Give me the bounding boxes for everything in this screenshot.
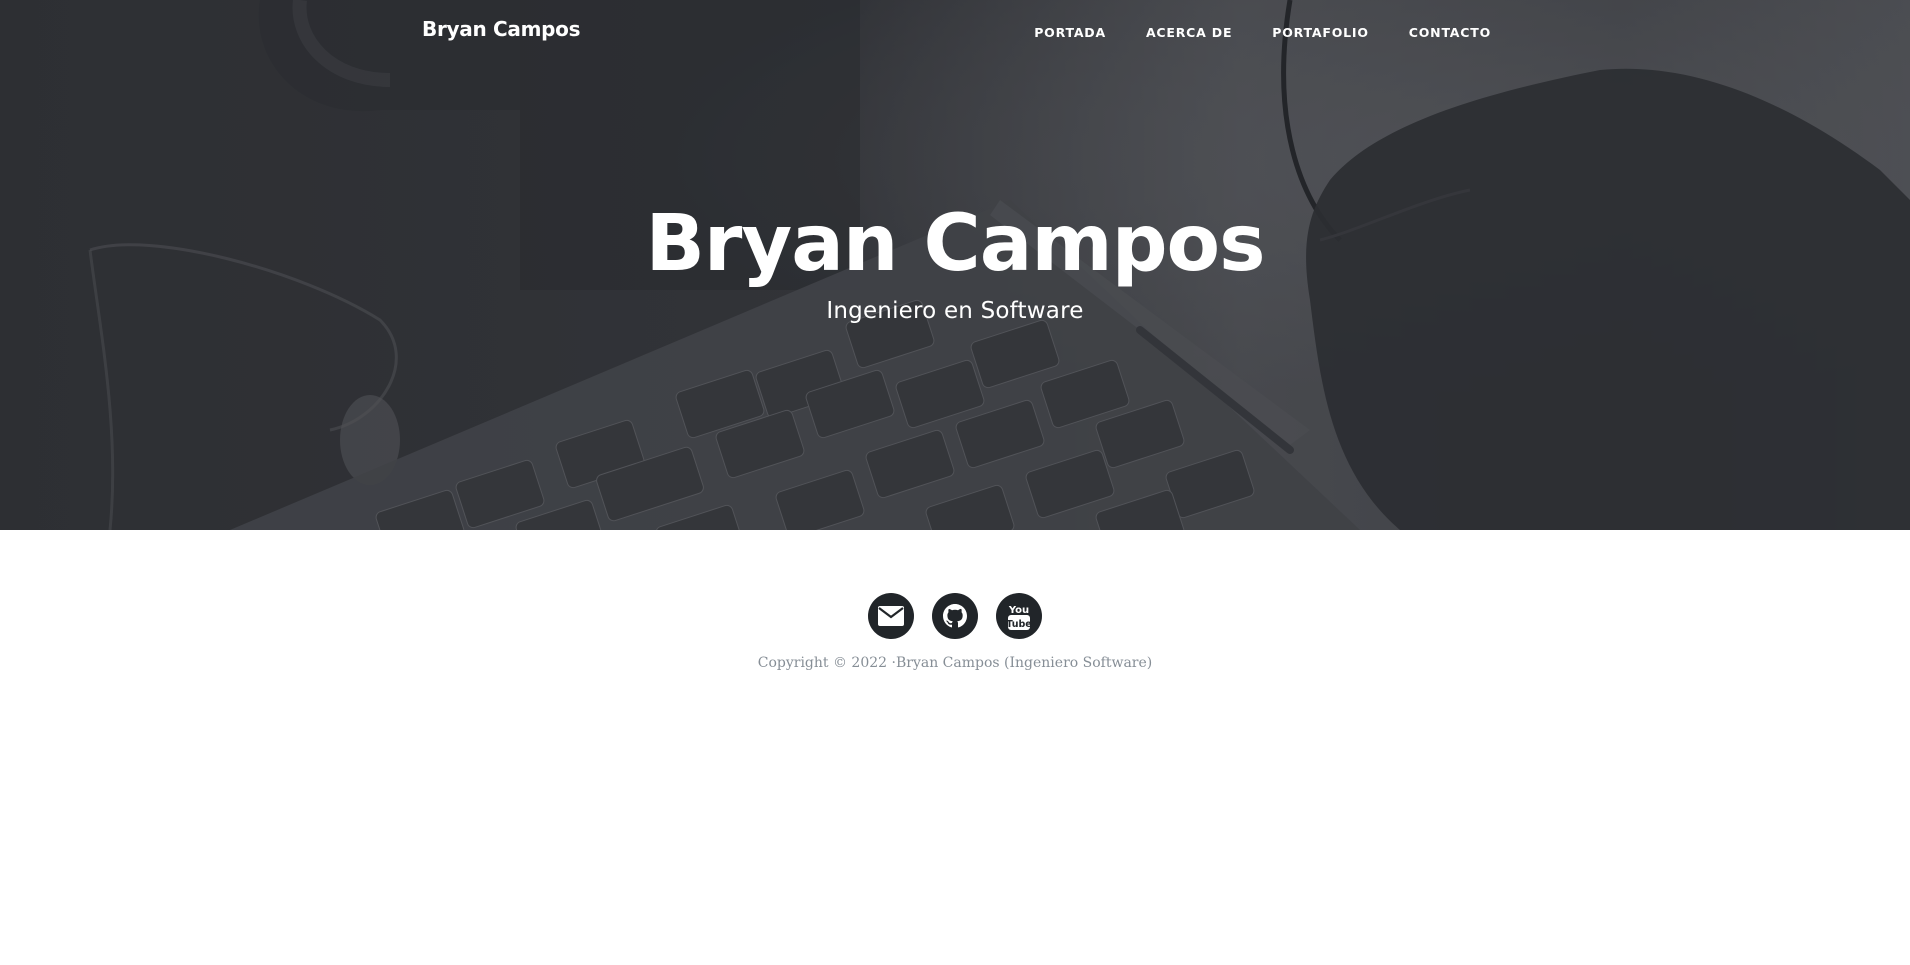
- github-link[interactable]: [932, 593, 978, 639]
- navbar-brand[interactable]: Bryan Campos: [422, 17, 581, 41]
- github-icon: [943, 604, 967, 628]
- nav-item-contacto: CONTACTO: [1409, 22, 1491, 41]
- hero-section: Bryan Campos PORTADA ACERCA DE PORTAFOLI…: [0, 0, 1910, 530]
- youtube-link[interactable]: You Tube: [996, 593, 1042, 639]
- hero-subtitle: Ingeniero en Software: [826, 298, 1084, 324]
- social-links: You Tube: [0, 593, 1910, 639]
- nav-item-portada: PORTADA: [1034, 22, 1106, 41]
- page-footer: You Tube Copyright © 2022 ·Bryan Campos …: [0, 530, 1910, 965]
- main-navbar: Bryan Campos PORTADA ACERCA DE PORTAFOLI…: [0, 0, 1910, 62]
- hero-title: Bryan Campos: [645, 199, 1265, 289]
- nav-link-portafolio[interactable]: PORTAFOLIO: [1272, 25, 1369, 40]
- envelope-icon: [878, 606, 904, 626]
- nav-link-contacto[interactable]: CONTACTO: [1409, 25, 1491, 40]
- nav-item-acerca-de: ACERCA DE: [1146, 22, 1232, 41]
- youtube-icon: You Tube: [1008, 605, 1030, 630]
- nav-link-acerca-de[interactable]: ACERCA DE: [1146, 25, 1232, 40]
- nav-item-portafolio: PORTAFOLIO: [1272, 22, 1369, 41]
- hero-heading-block: Bryan Campos Ingeniero en Software: [0, 196, 1910, 324]
- youtube-badge-top: You: [1008, 605, 1029, 616]
- nav-link-portada[interactable]: PORTADA: [1034, 25, 1106, 40]
- copyright-text: Copyright © 2022 ·Bryan Campos (Ingenier…: [757, 655, 1153, 671]
- email-link[interactable]: [868, 593, 914, 639]
- youtube-badge-bottom: Tube: [1008, 619, 1030, 630]
- nav-links: PORTADA ACERCA DE PORTAFOLIO CONTACTO: [994, 22, 1491, 41]
